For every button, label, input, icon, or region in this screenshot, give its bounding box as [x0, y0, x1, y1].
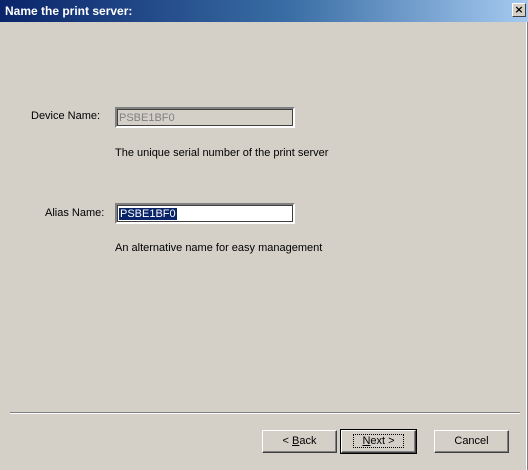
alias-name-label: Alias Name: — [45, 207, 105, 219]
alias-name-input[interactable]: PSBE1BF0 — [115, 203, 295, 224]
next-button-label: ext > — [370, 435, 395, 447]
close-icon[interactable]: × — [512, 3, 526, 17]
dialog-title: Name the print server: — [5, 4, 133, 18]
button-separator — [10, 412, 520, 414]
device-name-value: PSBE1BF0 — [119, 112, 175, 124]
device-name-label: Device Name: — [31, 110, 101, 122]
alias-name-value: PSBE1BF0 — [119, 208, 177, 220]
back-button[interactable]: < Back — [262, 430, 337, 453]
back-button-prefix: < — [282, 435, 292, 447]
next-button-focus: Next > — [353, 434, 404, 448]
alias-name-description: An alternative name for easy management — [115, 242, 323, 254]
cancel-button[interactable]: Cancel — [434, 430, 509, 453]
title-bar: Name the print server: × — [0, 0, 528, 22]
device-name-description: The unique serial number of the print se… — [115, 147, 329, 159]
back-button-label: ack — [299, 435, 317, 447]
device-name-field: PSBE1BF0 — [115, 107, 295, 128]
next-button[interactable]: Next > — [340, 429, 417, 454]
